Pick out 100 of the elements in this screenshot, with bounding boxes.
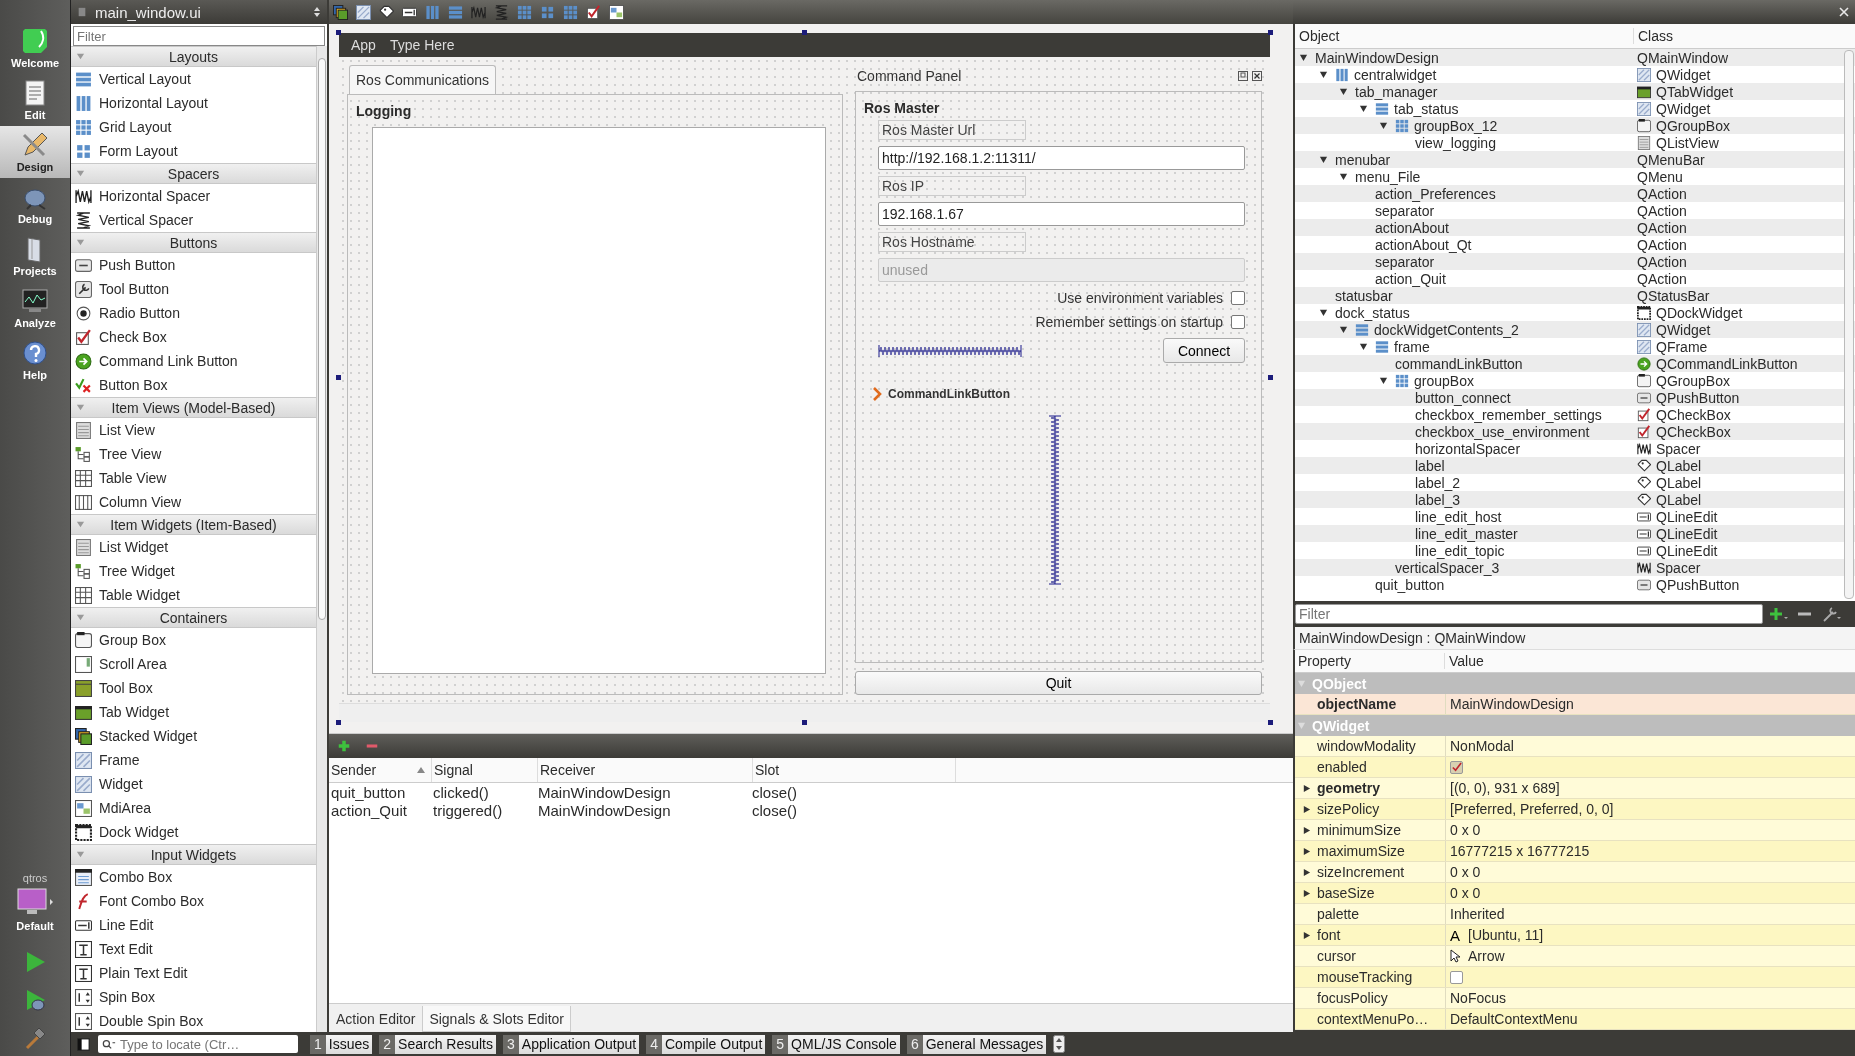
object-name[interactable]: horizontalSpacer [1415, 440, 1521, 457]
checkbox-icon[interactable] [586, 4, 601, 20]
columns-icon[interactable] [425, 4, 440, 20]
locator-field[interactable]: Type to locate (Ctr… [98, 1035, 298, 1053]
widget-item[interactable]: Command Link Button [71, 349, 316, 373]
object-name[interactable]: groupBox_12 [1414, 117, 1498, 134]
object-name[interactable]: checkbox_remember_settings [1415, 406, 1602, 423]
widget-item[interactable]: Grid Layout [71, 115, 316, 139]
category-header[interactable]: Containers [71, 607, 316, 628]
widget-item[interactable]: Table Widget [71, 583, 316, 607]
up-down-arrow-icon[interactable] [1053, 1035, 1066, 1053]
grid-icon[interactable] [517, 4, 532, 20]
column-header[interactable]: Object [1295, 28, 1634, 44]
column-header[interactable]: Property [1295, 653, 1445, 669]
widget-item[interactable]: Scroll Area [71, 652, 316, 676]
filter-field[interactable]: Filter [1295, 604, 1763, 624]
property-value[interactable]: Arrow [1468, 948, 1505, 964]
object-name[interactable]: actionAbout_Qt [1375, 236, 1472, 253]
object-name[interactable]: line_edit_topic [1415, 542, 1505, 559]
build-config[interactable]: Default [16, 920, 54, 932]
float-icon[interactable] [1238, 71, 1248, 81]
column-header[interactable]: Class [1634, 28, 1673, 44]
vertical-spacer[interactable] [1046, 415, 1063, 585]
monitor-icon[interactable] [15, 887, 55, 917]
widget-item[interactable]: Plain Text Edit [71, 961, 316, 985]
property-value[interactable]: DefaultContextMenu [1450, 1011, 1578, 1027]
connect-button[interactable]: Connect [1163, 338, 1245, 363]
expand-arrow-icon[interactable] [1359, 104, 1368, 113]
object-name[interactable]: commandLinkButton [1395, 355, 1523, 372]
widget-item[interactable]: Button Box [71, 373, 316, 397]
property-value[interactable]: NoFocus [1450, 990, 1507, 1006]
object-name[interactable]: actionAbout [1375, 219, 1449, 236]
expand-arrow-icon[interactable] [1301, 867, 1311, 877]
selection-handle[interactable] [336, 30, 341, 35]
tab[interactable]: Action Editor [329, 1006, 423, 1032]
expand-arrow-icon[interactable] [1299, 53, 1308, 62]
rows-icon[interactable] [448, 4, 463, 20]
widget-item[interactable]: Font Combo Box [71, 889, 316, 913]
widget-item[interactable]: Frame [71, 748, 316, 772]
selection-handle[interactable] [1268, 30, 1273, 35]
object-name[interactable]: label_3 [1415, 491, 1461, 508]
category-header[interactable]: Item Widgets (Item-Based) [71, 514, 316, 535]
expand-arrow-icon[interactable] [1339, 87, 1348, 96]
expand-arrow-icon[interactable] [1301, 825, 1311, 835]
widget-item[interactable]: Widget [71, 772, 316, 796]
widget-item[interactable]: Tool Box [71, 676, 316, 700]
expand-arrow-icon[interactable] [1339, 325, 1348, 334]
mode-button[interactable]: Design [0, 126, 70, 178]
object-name[interactable]: view_logging [1415, 134, 1496, 151]
widget-item[interactable]: Column View [71, 490, 316, 514]
document-selector[interactable]: main_window.ui [95, 3, 305, 21]
up-down-arrow-icon[interactable] [313, 6, 321, 18]
expand-arrow-icon[interactable] [1339, 172, 1348, 181]
add-icon[interactable] [1769, 606, 1789, 622]
grid-icon[interactable] [540, 4, 555, 20]
object-name[interactable]: frame [1394, 338, 1430, 355]
object-name[interactable]: action_Quit [1375, 270, 1446, 287]
expand-arrow-icon[interactable] [1301, 846, 1311, 856]
property-value[interactable]: [Preferred, Preferred, 0, 0] [1450, 801, 1614, 817]
category-header[interactable]: Input Widgets [71, 844, 316, 865]
object-name[interactable]: label [1415, 457, 1445, 474]
object-name[interactable]: checkbox_use_environment [1415, 423, 1590, 440]
spring-icon[interactable] [471, 4, 486, 20]
widget-item[interactable]: Stacked Widget [71, 724, 316, 748]
widget-item[interactable]: List View [71, 418, 316, 442]
widget-item[interactable]: Check Box [71, 325, 316, 349]
widget-item[interactable]: Line Edit [71, 913, 316, 937]
widget-item[interactable]: Table View [71, 466, 316, 490]
expand-arrow-icon[interactable] [1301, 804, 1311, 814]
widget-item[interactable]: Horizontal Spacer [71, 184, 316, 208]
widget-item[interactable]: Double Spin Box [71, 1009, 316, 1032]
filter-field[interactable]: Filter [73, 26, 325, 46]
object-name[interactable]: tab_manager [1355, 83, 1438, 100]
object-name[interactable]: button_connect [1415, 389, 1511, 406]
object-name[interactable]: statusbar [1335, 287, 1393, 304]
widget-item[interactable]: List Widget [71, 535, 316, 559]
property-value[interactable]: 0 x 0 [1450, 885, 1481, 901]
object-name[interactable]: dockWidgetContents_2 [1374, 321, 1519, 338]
selection-handle[interactable] [802, 720, 807, 725]
object-name[interactable]: verticalSpacer_3 [1395, 559, 1500, 576]
checkbox[interactable] [1450, 760, 1463, 774]
object-name[interactable]: action_Preferences [1375, 185, 1496, 202]
mode-button[interactable]: Welcome [0, 22, 70, 74]
hammer-icon[interactable] [23, 1026, 47, 1050]
mode-button[interactable]: Analyze [0, 282, 70, 334]
horizontal-spacer[interactable] [878, 342, 1022, 359]
selection-handle[interactable] [336, 720, 341, 725]
windows-icon[interactable] [609, 4, 624, 20]
checkbox[interactable] [1450, 970, 1463, 984]
add-icon[interactable] [337, 739, 351, 753]
category-header[interactable]: Spacers [71, 163, 316, 184]
widget-item[interactable]: Tree View [71, 442, 316, 466]
checkbox[interactable] [1231, 291, 1245, 305]
widget-item[interactable]: Form Layout [71, 139, 316, 163]
object-name[interactable]: separator [1375, 202, 1435, 219]
command-link-button[interactable]: CommandLinkButton [870, 385, 1012, 403]
object-name[interactable]: menubar [1335, 151, 1391, 168]
object-name[interactable]: line_edit_host [1415, 508, 1502, 525]
close-icon[interactable] [1252, 71, 1262, 81]
widget-item[interactable]: Tab Widget [71, 700, 316, 724]
